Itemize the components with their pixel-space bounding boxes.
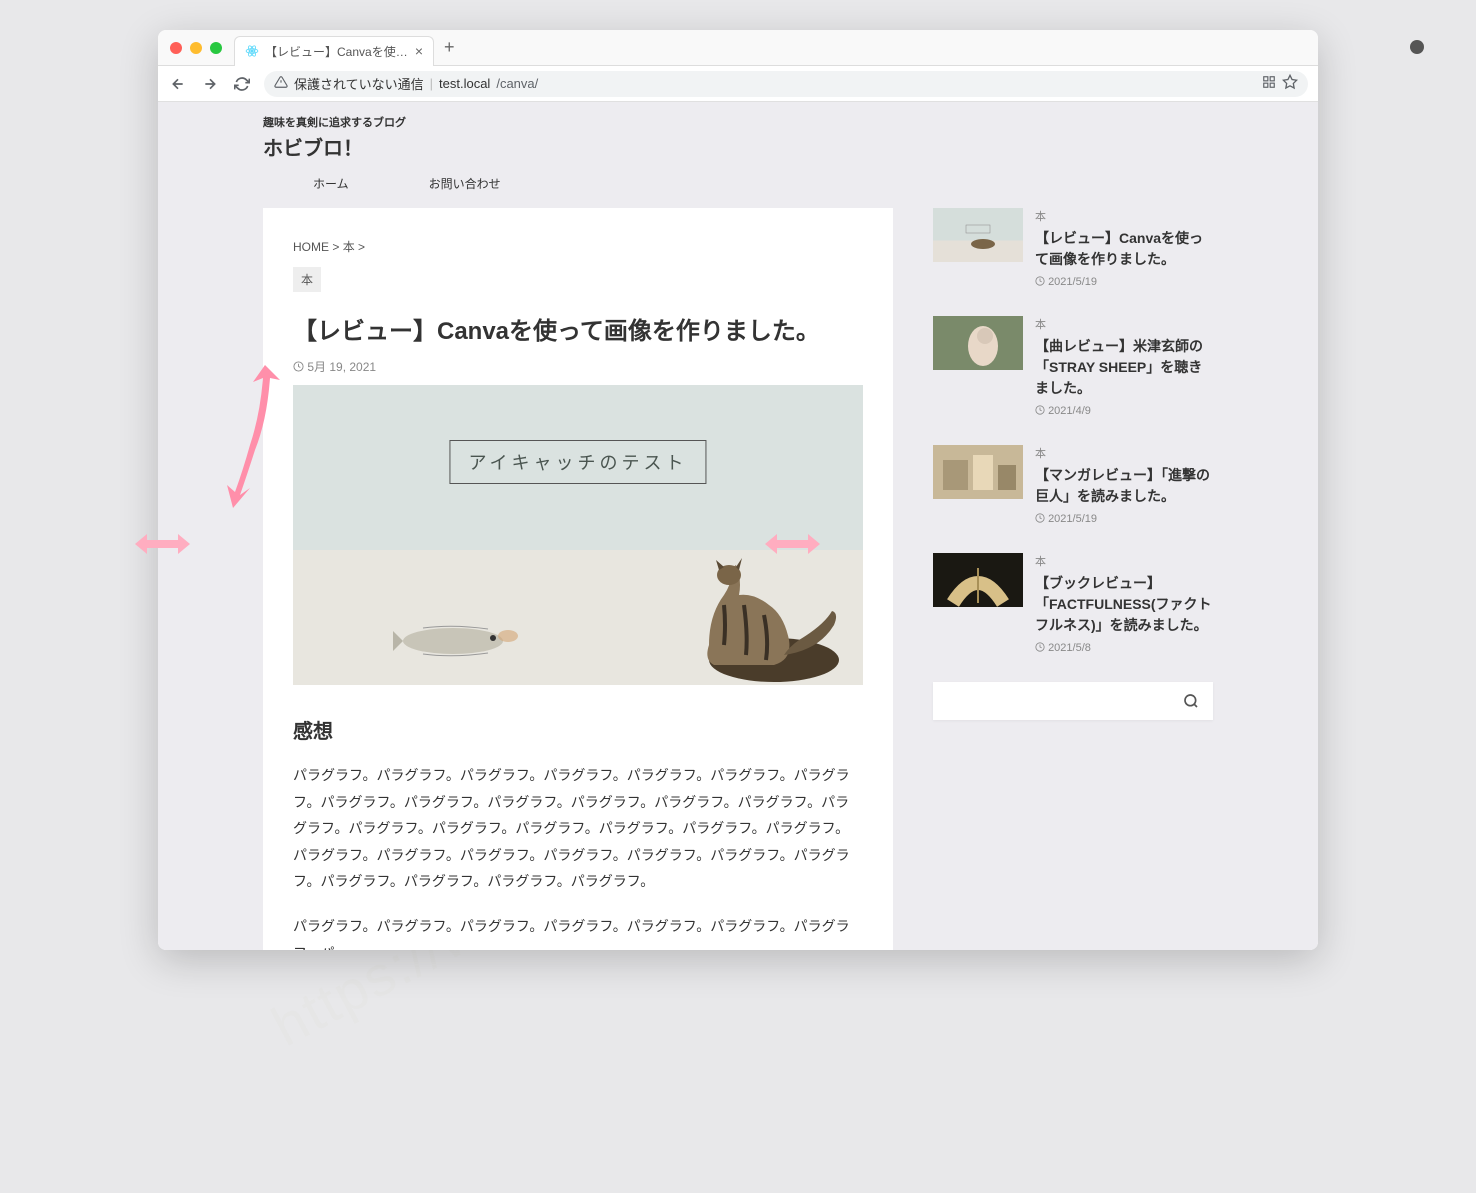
sidebar-item-title: 【マンガレビュー】「進撃の巨人」を読みました。 [1035,465,1213,507]
article-main: HOME > 本 > 本 【レビュー】Canvaを使って画像を作りました。 5月… [263,208,893,950]
reload-button[interactable] [232,74,252,94]
site-header: 趣味を真剣に追求するブログ ホビブロ！ ホーム お問い合わせ [263,102,1213,192]
fish-illustration-icon [393,616,533,661]
traffic-lights [170,42,222,54]
close-window-button[interactable] [170,42,182,54]
sidebar-item-date: 2021/5/19 [1035,276,1213,288]
paragraph-1: パラグラフ。パラグラフ。パラグラフ。パラグラフ。パラグラフ。パラグラフ。パラグラ… [293,762,863,895]
section-heading: 感想 [293,715,863,744]
annotation-arrow-right [765,530,820,558]
new-tab-button[interactable]: + [444,37,455,58]
site-tagline: 趣味を真剣に追求するブログ [263,114,1213,130]
address-host: test.local [439,76,490,91]
react-favicon-icon [245,44,259,58]
sidebar-thumb [933,553,1023,607]
sidebar-item-date: 2021/5/8 [1035,642,1213,654]
sidebar-item-category: 本 [1035,208,1213,224]
sidebar-item-date: 2021/5/19 [1035,513,1213,525]
system-indicator-dot [1410,40,1424,54]
search-icon [1183,693,1199,709]
annotation-arrow-rotate [225,360,285,510]
annotation-arrow-left [135,530,190,558]
sidebar-post-0[interactable]: 本 【レビュー】Canvaを使って画像を作りました。 2021/5/19 [933,208,1213,288]
maximize-window-button[interactable] [210,42,222,54]
article-title: 【レビュー】Canvaを使って画像を作りました。 [293,314,863,350]
sidebar-thumb [933,208,1023,262]
nav-contact[interactable]: お問い合わせ [429,175,501,192]
security-warning-icon [274,75,288,92]
site-nav: ホーム お問い合わせ [263,175,1213,192]
bookmark-star-icon[interactable] [1282,74,1298,93]
back-button[interactable] [168,74,188,94]
breadcrumb-home[interactable]: HOME [293,240,329,254]
address-bar: 保護されていない通信 | test.local/canva/ [158,66,1318,102]
breadcrumb-category[interactable]: 本 [343,240,355,254]
security-warning-label: 保護されていない通信 [294,74,424,93]
browser-tab[interactable]: 【レビュー】Canvaを使って画像 × [234,36,434,66]
forward-button[interactable] [200,74,220,94]
address-path: /canva/ [496,76,538,91]
omnibox[interactable]: 保護されていない通信 | test.local/canva/ [264,71,1308,97]
share-icon[interactable] [1262,75,1276,92]
sidebar-item-date: 2021/4/9 [1035,405,1213,417]
sidebar-post-3[interactable]: 本 【ブックレビュー】「FACTFULNESS(ファクトフルネス)」を読みました… [933,553,1213,654]
sidebar-item-title: 【曲レビュー】米津玄師の「STRAY SHEEP」を聴きました。 [1035,336,1213,399]
nav-home[interactable]: ホーム [313,175,349,192]
sidebar-search[interactable] [933,682,1213,720]
sidebar-item-category: 本 [1035,553,1213,569]
category-tag[interactable]: 本 [293,267,321,292]
article-date: 5月 19, 2021 [293,358,863,375]
browser-window: 【レビュー】Canvaを使って画像 × + 保護されていない通信 [158,30,1318,950]
sidebar-thumb [933,316,1023,370]
sidebar: 本 【レビュー】Canvaを使って画像を作りました。 2021/5/19 本 【… [933,208,1213,950]
paragraph-2: パラグラフ。パラグラフ。パラグラフ。パラグラフ。パラグラフ。パラグラフ。パラグラ… [293,913,863,950]
sidebar-item-title: 【ブックレビュー】「FACTFULNESS(ファクトフルネス)」を読みました。 [1035,573,1213,636]
tab-close-button[interactable]: × [415,43,423,59]
viewport: 趣味を真剣に追求するブログ ホビブロ！ ホーム お問い合わせ HOME > 本 … [158,102,1318,950]
sidebar-item-category: 本 [1035,445,1213,461]
breadcrumb: HOME > 本 > [293,238,863,255]
sidebar-post-2[interactable]: 本 【マンガレビュー】「進撃の巨人」を読みました。 2021/5/19 [933,445,1213,525]
eyecatch-label: アイキャッチのテスト [449,440,706,484]
sidebar-item-title: 【レビュー】Canvaを使って画像を作りました。 [1035,228,1213,270]
sidebar-post-1[interactable]: 本 【曲レビュー】米津玄師の「STRAY SHEEP」を聴きました。 2021/… [933,316,1213,417]
sidebar-item-category: 本 [1035,316,1213,332]
titlebar: 【レビュー】Canvaを使って画像 × + [158,30,1318,66]
site-title[interactable]: ホビブロ！ [263,132,1213,161]
tab-title: 【レビュー】Canvaを使って画像 [265,43,409,60]
minimize-window-button[interactable] [190,42,202,54]
sidebar-thumb [933,445,1023,499]
